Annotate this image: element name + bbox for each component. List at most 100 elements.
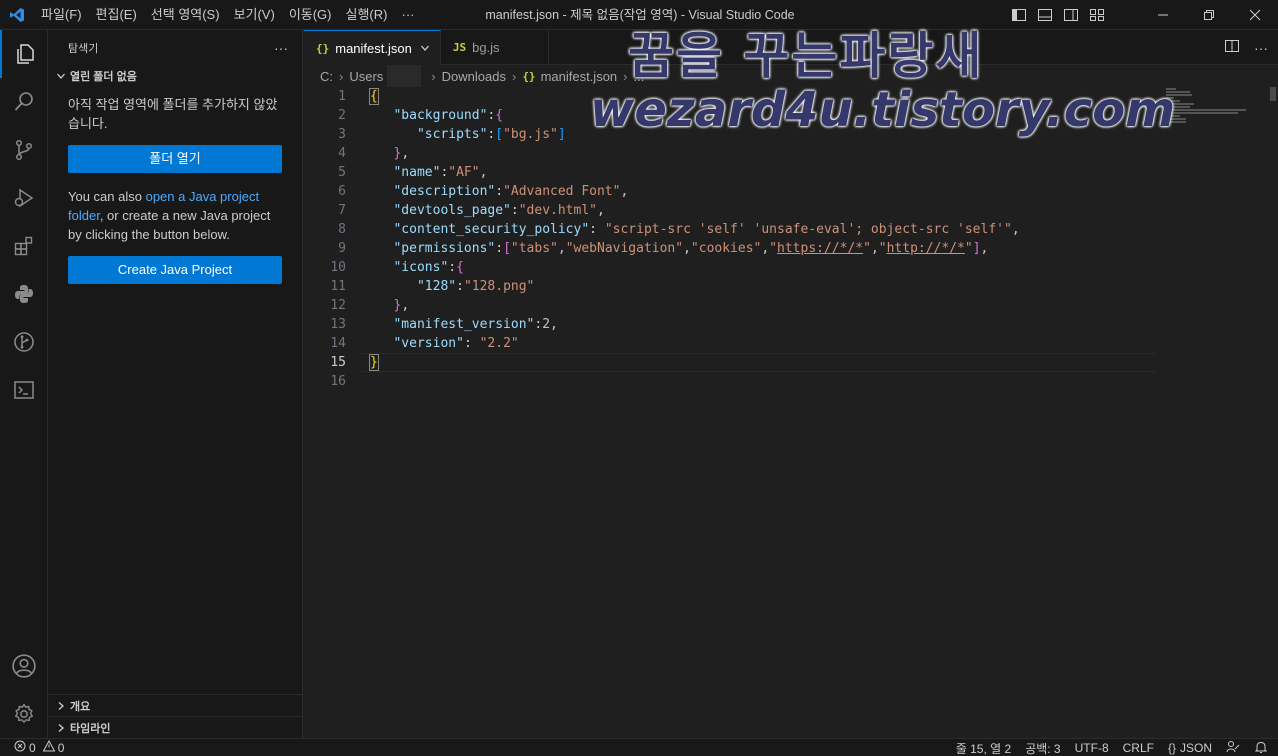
create-java-project-button[interactable]: Create Java Project [68, 256, 282, 284]
restore-icon[interactable] [1186, 0, 1232, 30]
code-line: 8 "content_security_policy": "script-src… [304, 220, 1278, 239]
feedback-icon[interactable] [1226, 740, 1240, 756]
settings-gear-icon[interactable] [0, 690, 48, 738]
toggle-panel-icon[interactable] [1034, 4, 1056, 26]
breadcrumb-separator-icon: › [623, 68, 628, 84]
line-number: 14 [330, 336, 346, 351]
language-mode[interactable]: {} JSON [1168, 741, 1212, 755]
java-message-pre: You can also [68, 189, 146, 204]
breadcrumb-file[interactable]: manifest.json [541, 69, 618, 84]
code-line: 1{ [304, 87, 1278, 106]
problems-indicator[interactable]: 0 0 [0, 739, 65, 755]
js-file-icon: JS [452, 41, 467, 54]
line-number: 1 [338, 89, 346, 104]
code-line: 10 "icons":{ [304, 258, 1278, 277]
breadcrumb-drive[interactable]: C: [320, 69, 333, 84]
vertical-scrollbar[interactable] [1264, 87, 1278, 738]
timeline-section[interactable]: 타임라인 [48, 716, 303, 738]
toggle-primary-sidebar-icon[interactable] [1008, 4, 1030, 26]
menu-go[interactable]: 이동(G) [282, 0, 339, 30]
menu-more[interactable]: ··· [394, 0, 421, 30]
explorer-header: 탐색기 ··· [48, 30, 302, 65]
no-folder-section[interactable]: 열린 폴더 없음 [48, 65, 302, 87]
tab-label: manifest.json [335, 40, 412, 56]
editor-more-actions-icon[interactable]: ··· [1254, 40, 1268, 56]
breadcrumb-separator-icon: › [339, 68, 344, 84]
accounts-icon[interactable] [0, 642, 48, 690]
run-debug-icon[interactable] [0, 174, 48, 222]
breadcrumb-users[interactable]: Users [349, 69, 383, 84]
no-folder-message: 아직 작업 영역에 폴더를 추가하지 않았습니다. [68, 97, 278, 131]
code-line: 5 "name":"AF", [304, 163, 1278, 182]
explorer-icon[interactable] [0, 30, 48, 78]
warning-count: 0 [57, 740, 65, 755]
encoding[interactable]: UTF-8 [1075, 741, 1109, 755]
braces-icon: {} [1167, 741, 1176, 755]
tab-manifest-json[interactable]: {} manifest.json [304, 30, 441, 65]
git-graph-icon[interactable] [0, 318, 48, 366]
code-editor[interactable]: 1{ 2 "background":{ 3 "scripts":["bg.js"… [304, 87, 1278, 391]
line-number: 10 [330, 260, 346, 275]
breadcrumb-symbols[interactable]: ... [634, 69, 645, 84]
minimize-icon[interactable] [1140, 0, 1186, 30]
chevron-right-icon [54, 699, 68, 713]
code-line: 16 [304, 372, 1278, 391]
line-number: 2 [338, 108, 346, 123]
code-line: 11 "128":"128.png" [304, 277, 1278, 296]
terminal-icon[interactable] [0, 366, 48, 414]
menu-view[interactable]: 보기(V) [227, 0, 282, 30]
line-number: 3 [338, 127, 346, 142]
menu-run[interactable]: 실행(R) [339, 0, 395, 30]
menu-selection[interactable]: 선택 영역(S) [144, 0, 227, 30]
editor-area: {} manifest.json JS bg.js ··· C: › Users… [304, 30, 1278, 738]
java-message: You can also open a Java project folder,… [48, 187, 302, 244]
menu-file[interactable]: 파일(F) [34, 0, 89, 30]
split-editor-icon[interactable] [1224, 38, 1240, 57]
indentation[interactable]: 공백: 3 [1025, 740, 1060, 756]
line-number: 5 [338, 165, 346, 180]
warning-icon [42, 739, 56, 755]
scrollbar-thumb[interactable] [1270, 87, 1276, 101]
breadcrumb-separator-icon: › [431, 68, 436, 84]
open-folder-button[interactable]: 폴더 열기 [68, 145, 282, 173]
section-title: 열린 폴더 없음 [70, 71, 137, 83]
code-line: 6 "description":"Advanced Font", [304, 182, 1278, 201]
timeline-label: 타임라인 [70, 722, 111, 735]
end-of-line[interactable]: CRLF [1123, 741, 1154, 755]
chevron-right-icon [54, 721, 68, 735]
notifications-bell-icon[interactable] [1254, 740, 1268, 756]
line-number: 7 [338, 203, 346, 218]
minimap[interactable] [1166, 88, 1256, 128]
breadcrumb-redacted [387, 65, 422, 87]
code-line: 4 }, [304, 144, 1278, 163]
code-line: 2 "background":{ [304, 106, 1278, 125]
close-icon[interactable] [1232, 0, 1278, 30]
breadcrumb: C: › Users › Downloads › {} manifest.jso… [304, 65, 1278, 87]
menu-edit[interactable]: 편집(E) [89, 0, 144, 30]
code-line: 15} [304, 353, 1278, 372]
extensions-icon[interactable] [0, 222, 48, 270]
code-line: 14 "version": "2.2" [304, 334, 1278, 353]
title-bar: 파일(F) 편집(E) 선택 영역(S) 보기(V) 이동(G) 실행(R) ·… [0, 0, 1278, 30]
search-icon[interactable] [0, 78, 48, 126]
menu-bar: 파일(F) 편집(E) 선택 영역(S) 보기(V) 이동(G) 실행(R) ·… [34, 0, 421, 30]
line-number: 13 [330, 317, 346, 332]
more-actions-icon[interactable]: ··· [274, 40, 288, 56]
customize-layout-icon[interactable] [1086, 4, 1108, 26]
toggle-secondary-sidebar-icon[interactable] [1060, 4, 1082, 26]
line-number: 4 [338, 146, 346, 161]
outline-label: 개요 [70, 700, 91, 713]
code-line: 12 }, [304, 296, 1278, 315]
cursor-position[interactable]: 줄 15, 열 2 [956, 740, 1011, 756]
explorer-sidebar: 탐색기 ··· 열린 폴더 없음 아직 작업 영역에 폴더를 추가하지 않았습니… [48, 30, 303, 738]
python-icon[interactable] [0, 270, 48, 318]
source-control-icon[interactable] [0, 126, 48, 174]
tab-bg-js[interactable]: JS bg.js [441, 30, 549, 65]
outline-section[interactable]: 개요 [48, 694, 303, 716]
breadcrumb-downloads[interactable]: Downloads [442, 69, 506, 84]
line-number: 8 [338, 222, 346, 237]
error-count: 0 [29, 740, 36, 755]
explorer-title: 탐색기 [68, 42, 99, 55]
tab-dropdown-icon[interactable] [420, 43, 430, 53]
chevron-down-icon [54, 69, 68, 83]
